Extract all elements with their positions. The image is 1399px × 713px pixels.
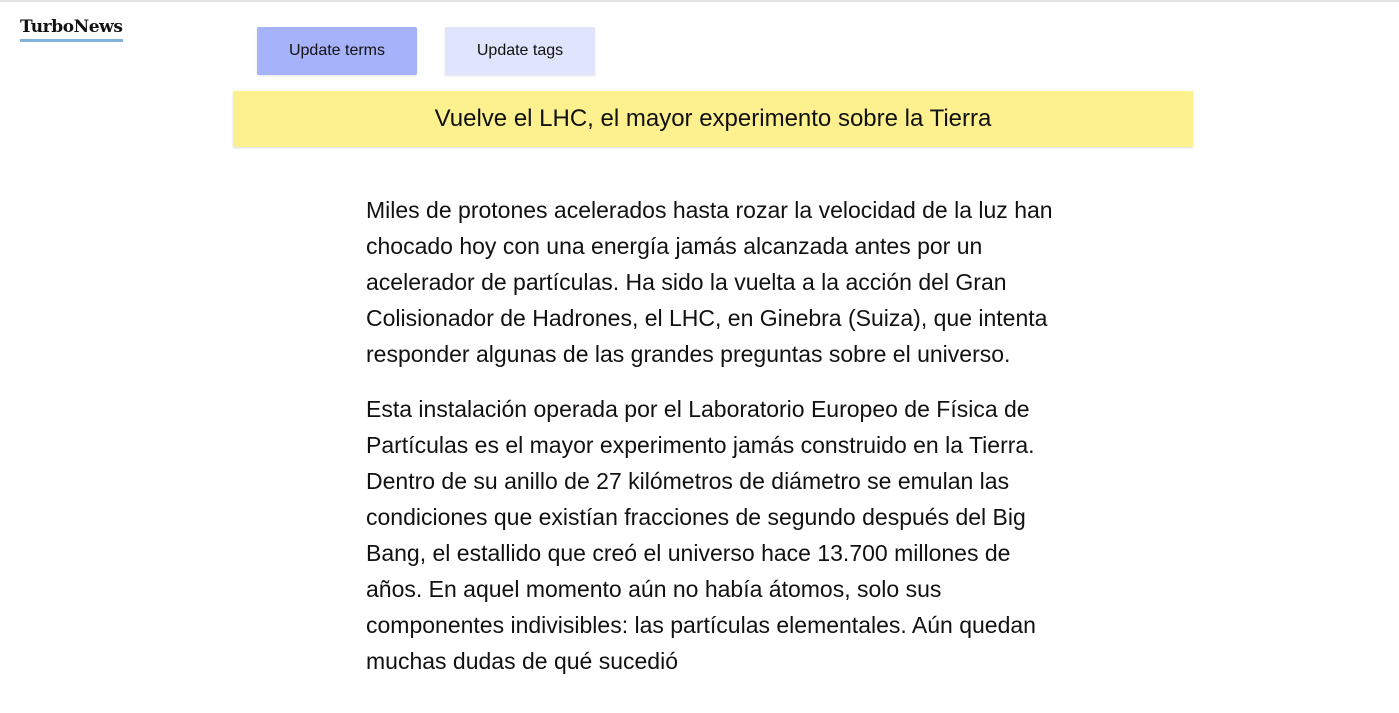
- article-paragraph: Miles de protones acelerados hasta rozar…: [366, 197, 1053, 367]
- update-terms-button[interactable]: Update terms: [257, 27, 417, 75]
- top-divider: [0, 0, 1399, 2]
- article-body: Miles de protones acelerados hasta rozar…: [366, 192, 1066, 698]
- article-headline: Vuelve el LHC, el mayor experimento sobr…: [434, 105, 992, 132]
- article-paragraph: Esta instalación operada por el Laborato…: [366, 396, 1036, 674]
- site-logo[interactable]: TurboNews: [20, 16, 123, 42]
- update-tags-button[interactable]: Update tags: [445, 27, 595, 75]
- headline-banner: Vuelve el LHC, el mayor experimento sobr…: [233, 91, 1193, 147]
